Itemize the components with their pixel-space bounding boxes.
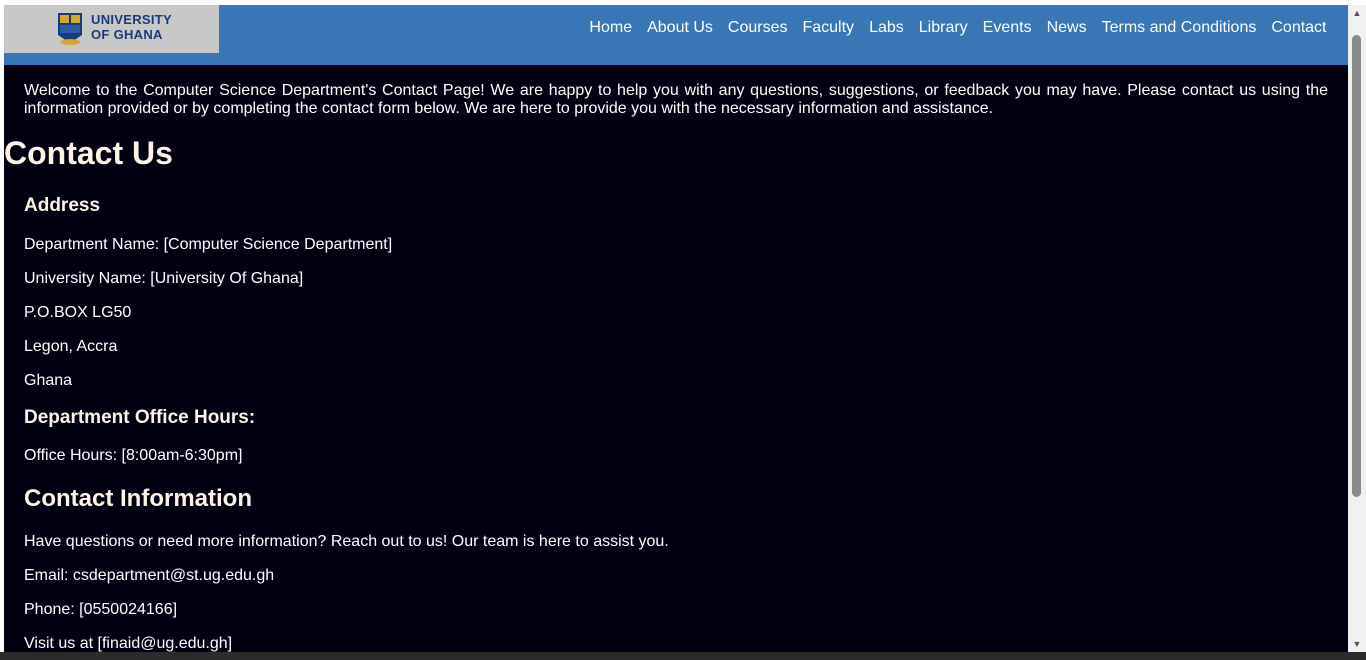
nav-about-us[interactable]: About Us <box>640 18 721 38</box>
address-line-city: Legon, Accra <box>24 338 118 355</box>
contact-phone: Phone: [0550024166] <box>24 601 178 618</box>
logo-line-1: UNIVERSITY <box>91 12 173 27</box>
nav-labs[interactable]: Labs <box>862 18 912 38</box>
nav-contact[interactable]: Contact <box>1264 18 1334 38</box>
nav-courses[interactable]: Courses <box>720 18 795 38</box>
scroll-up-arrow-icon[interactable]: ▲ <box>1348 5 1366 21</box>
contact-info-intro: Have questions or need more information?… <box>24 533 669 550</box>
nav-news[interactable]: News <box>1039 18 1094 38</box>
nav-events[interactable]: Events <box>975 18 1039 38</box>
address-section: Address Department Name: [Computer Scien… <box>24 195 1328 390</box>
logo-text: UNIVERSITY OF GHANA <box>91 12 172 42</box>
contact-email: Email: csdepartment@st.ug.edu.gh <box>24 567 275 584</box>
scrollbar-thumb[interactable] <box>1352 35 1361 497</box>
scroll-down-arrow-icon[interactable]: ▼ <box>1348 636 1366 652</box>
navbar: UNIVERSITY OF GHANA Home About Us Course… <box>4 5 1348 65</box>
address-line-pobox: P.O.BOX LG50 <box>24 304 132 321</box>
office-hours-heading: Department Office Hours: <box>24 407 256 428</box>
address-heading: Address <box>24 195 101 216</box>
nav-faculty[interactable]: Faculty <box>795 18 862 38</box>
contact-visit: Visit us at [finaid@ug.edu.gh] <box>24 635 233 652</box>
contact-info-heading: Contact Information <box>24 485 252 512</box>
nav-library[interactable]: Library <box>911 18 975 38</box>
nav-terms-and-conditions[interactable]: Terms and Conditions <box>1094 18 1264 38</box>
address-line-university: University Name: [University Of Ghana] <box>24 270 304 287</box>
nav-home[interactable]: Home <box>582 18 640 38</box>
office-hours-text: Office Hours: [8:00am-6:30pm] <box>24 447 243 464</box>
university-logo[interactable]: UNIVERSITY OF GHANA <box>4 5 219 53</box>
main-nav: Home About Us Courses Faculty Labs Libra… <box>582 18 1334 38</box>
office-hours-section: Department Office Hours: Office Hours: [… <box>24 407 1328 465</box>
contact-info-section: Contact Information Have questions or ne… <box>24 485 1328 652</box>
page-title: Contact Us <box>4 135 173 171</box>
address-line-country: Ghana <box>24 372 73 389</box>
browser-viewport: UNIVERSITY OF GHANA Home About Us Course… <box>4 5 1348 652</box>
logo-line-2: OF GHANA <box>91 27 163 42</box>
university-crest-icon <box>58 13 82 45</box>
main-content: Welcome to the Computer Science Departme… <box>4 65 1348 652</box>
vertical-scrollbar[interactable]: ▲ ▼ <box>1348 5 1366 652</box>
bottom-edge <box>0 652 1366 660</box>
address-line-department: Department Name: [Computer Science Depar… <box>24 236 393 253</box>
intro-paragraph: Welcome to the Computer Science Departme… <box>24 82 1328 117</box>
